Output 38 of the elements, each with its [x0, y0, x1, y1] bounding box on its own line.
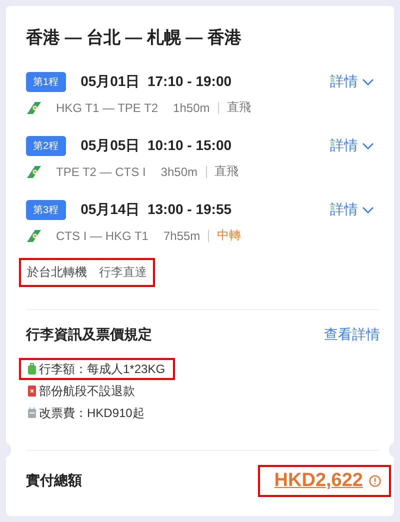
rule-text: 行李額：每成人1*23KG [39, 362, 166, 376]
stop-type: 中轉 [217, 227, 242, 244]
luggage-icon [27, 363, 37, 375]
details-toggle[interactable]: 詳情 [330, 73, 374, 91]
trip-title: 香港 — 台北 — 札幌 — 香港 [26, 27, 242, 49]
flight-time: 05月05日 10:10 - 15:00 [80, 137, 232, 155]
chevron-icon [362, 78, 374, 86]
details-toggle[interactable]: 詳情 [330, 137, 374, 155]
leg-tag: 第2程 [26, 136, 66, 156]
price-link[interactable]: HKD2,622 [274, 470, 363, 492]
details-toggle[interactable]: 詳情 [330, 201, 374, 219]
note-text: 行李直達 [99, 264, 147, 281]
info-icon [369, 475, 381, 487]
view-details-link[interactable]: 查看詳情 [324, 326, 380, 344]
route-text: TPE T2 — CTS I [56, 164, 146, 178]
duration-text: 7h55m [163, 228, 200, 242]
calendar-icon [27, 407, 37, 419]
flight-time: 05月14日 13:00 - 19:55 [80, 201, 232, 219]
stop-type: 直飛 [214, 163, 238, 180]
airline-logo-icon [26, 164, 42, 178]
route-text: HKG T1 — TPE T2 [56, 100, 158, 114]
stop-type: 直飛 [226, 99, 251, 116]
airline-logo-icon [26, 228, 42, 242]
leg-tag: 第3程 [26, 200, 66, 220]
chevron-icon [362, 142, 374, 150]
route-text: CTS I — HKG T1 [56, 228, 148, 242]
flight-time: 05月01日 17:10 - 19:00 [80, 73, 232, 91]
duration-text: 1h50m [173, 100, 210, 114]
chevron-icon [362, 206, 374, 214]
rule-text: 改票費：HKD910起 [39, 406, 144, 420]
rule-text: 部份航段不設退款 [39, 384, 135, 398]
note-text: 於台北轉機 [27, 264, 87, 281]
section-title: 行李資訊及票價規定 [26, 326, 152, 344]
airline-logo-icon [26, 100, 42, 114]
duration-text: 3h50m [160, 164, 198, 178]
total-label: 實付總額 [26, 472, 82, 490]
leg-tag: 第1程 [26, 72, 66, 92]
refund-icon [27, 385, 37, 397]
